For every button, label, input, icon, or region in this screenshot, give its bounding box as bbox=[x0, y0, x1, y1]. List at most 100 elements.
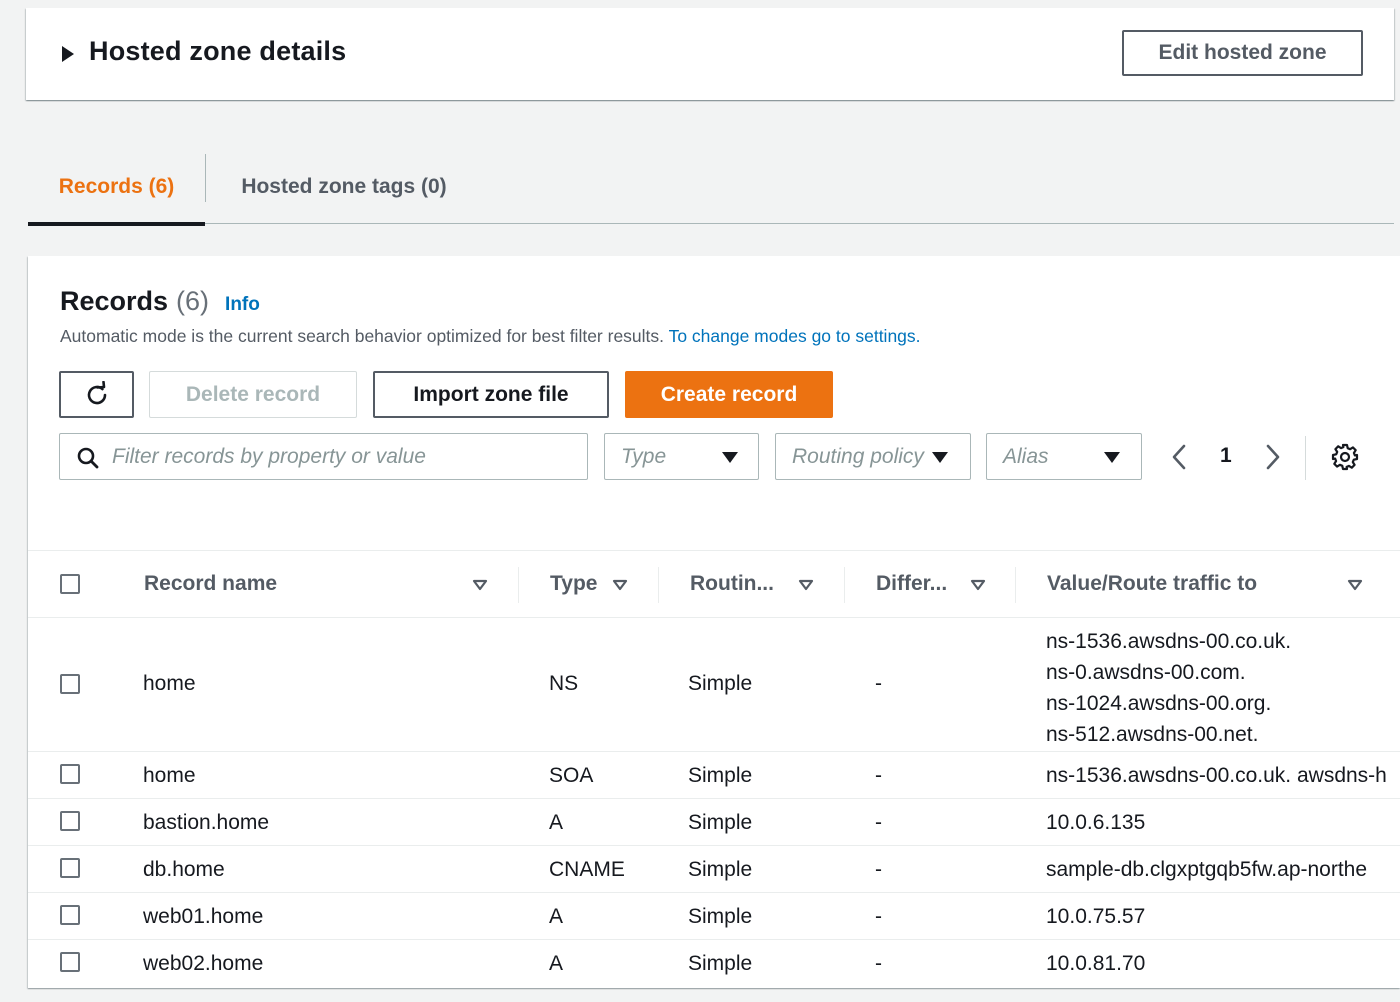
delete-record-button[interactable]: Delete record bbox=[149, 371, 357, 418]
record-type-cell: A bbox=[549, 905, 564, 928]
import-zone-file-button[interactable]: Import zone file bbox=[373, 371, 609, 418]
column-header-value[interactable]: Value/Route traffic to bbox=[1047, 551, 1377, 617]
sort-icon[interactable] bbox=[612, 579, 628, 591]
search-icon bbox=[77, 447, 99, 469]
routing-policy-select[interactable]: Routing policy bbox=[775, 433, 971, 480]
tab-hosted-zone-tags[interactable]: Hosted zone tags (0) bbox=[206, 150, 482, 224]
differentiator-cell: - bbox=[875, 672, 882, 695]
caret-down-icon bbox=[932, 452, 948, 463]
select-all-checkbox[interactable] bbox=[60, 574, 80, 594]
column-header-routing[interactable]: Routin... bbox=[690, 551, 840, 617]
chevron-left-icon[interactable] bbox=[1168, 441, 1192, 473]
record-type-cell: CNAME bbox=[549, 858, 625, 881]
record-type-cell: A bbox=[549, 811, 564, 834]
row-checkbox[interactable] bbox=[60, 905, 80, 925]
record-value-cell: ns-1536.awsdns-00.co.uk. awsdns-h bbox=[1046, 764, 1387, 787]
column-label: Differ... bbox=[876, 572, 948, 595]
caret-down-icon bbox=[1104, 452, 1120, 463]
record-value-cell: 10.0.81.70 bbox=[1046, 952, 1146, 975]
column-header-record-name[interactable]: Record name bbox=[144, 551, 514, 617]
record-value-line: ns-1024.awsdns-00.org. bbox=[1046, 692, 1272, 715]
column-separator bbox=[1015, 567, 1016, 603]
record-type-cell: NS bbox=[549, 672, 579, 695]
record-name-cell[interactable]: bastion.home bbox=[143, 811, 269, 835]
records-title: Records bbox=[60, 286, 169, 316]
tabs: Records (6) Hosted zone tags (0) bbox=[28, 150, 1394, 226]
routing-policy-cell: Simple bbox=[688, 764, 753, 787]
column-label: Routin... bbox=[690, 572, 774, 595]
description-text: Automatic mode is the current search beh… bbox=[60, 326, 665, 346]
table-row[interactable]: web02.home A Simple - 10.0.81.70 bbox=[28, 940, 1400, 986]
alias-select[interactable]: Alias bbox=[986, 433, 1142, 480]
routing-policy-cell: Simple bbox=[688, 811, 753, 834]
table-row[interactable]: bastion.home A Simple - 10.0.6.135 bbox=[28, 799, 1400, 846]
page-number[interactable]: 1 bbox=[1220, 444, 1232, 468]
record-value-line: ns-1536.awsdns-00.co.uk. bbox=[1046, 630, 1292, 653]
settings-link[interactable]: To change modes go to settings. bbox=[669, 326, 921, 346]
differentiator-cell: - bbox=[875, 764, 882, 787]
row-checkbox[interactable] bbox=[60, 764, 80, 784]
column-separator bbox=[658, 567, 659, 603]
column-separator bbox=[844, 567, 845, 603]
table-row[interactable]: home NS Simple - ns-1536.awsdns-00.co.uk… bbox=[28, 618, 1400, 752]
records-panel: Records (6) Info Automatic mode is the c… bbox=[28, 256, 1400, 988]
record-name-cell[interactable]: db.home bbox=[143, 858, 225, 882]
alias-select-placeholder: Alias bbox=[1003, 445, 1049, 468]
records-count: (6) bbox=[176, 286, 210, 316]
sort-icon[interactable] bbox=[798, 579, 814, 591]
type-select[interactable]: Type bbox=[604, 433, 759, 480]
differentiator-cell: - bbox=[875, 858, 882, 881]
column-header-type[interactable]: Type bbox=[550, 551, 654, 617]
records-description: Automatic mode is the current search beh… bbox=[60, 326, 921, 347]
table-row[interactable]: db.home CNAME Simple - sample-db.clgxptg… bbox=[28, 846, 1400, 893]
records-header: Records (6) Info bbox=[60, 286, 260, 317]
table-header: Record name Type Routin... Differ... Val… bbox=[28, 550, 1400, 618]
record-value-line: ns-0.awsdns-00.com. bbox=[1046, 661, 1246, 684]
filter-records-input[interactable] bbox=[112, 440, 572, 474]
routing-policy-cell: Simple bbox=[688, 672, 753, 695]
row-checkbox[interactable] bbox=[60, 858, 80, 878]
create-record-button[interactable]: Create record bbox=[625, 371, 833, 418]
record-name-cell[interactable]: home bbox=[143, 672, 196, 696]
table-row[interactable]: web01.home A Simple - 10.0.75.57 bbox=[28, 893, 1400, 940]
info-link[interactable]: Info bbox=[225, 294, 260, 316]
chevron-right-icon[interactable] bbox=[1260, 441, 1284, 473]
type-select-placeholder: Type bbox=[621, 445, 667, 468]
record-name-cell[interactable]: web02.home bbox=[143, 952, 263, 976]
column-separator bbox=[518, 567, 519, 603]
record-value-cell: 10.0.6.135 bbox=[1046, 811, 1146, 834]
record-value-line: ns-512.awsdns-00.net. bbox=[1046, 723, 1259, 746]
record-value-cell: 10.0.75.57 bbox=[1046, 905, 1146, 928]
record-type-cell: A bbox=[549, 952, 564, 975]
record-value-cell: ns-1536.awsdns-00.co.uk. ns-0.awsdns-00.… bbox=[1046, 626, 1291, 750]
row-checkbox[interactable] bbox=[60, 674, 80, 694]
filter-records-field[interactable] bbox=[59, 433, 588, 480]
caret-down-icon bbox=[722, 452, 738, 463]
tab-records[interactable]: Records (6) bbox=[28, 150, 205, 226]
refresh-button[interactable] bbox=[59, 371, 134, 418]
hosted-zone-details-panel: Hosted zone details Edit hosted zone bbox=[26, 8, 1394, 100]
row-checkbox[interactable] bbox=[60, 811, 80, 831]
differentiator-cell: - bbox=[875, 952, 882, 975]
sort-icon[interactable] bbox=[970, 579, 986, 591]
gear-icon[interactable] bbox=[1330, 442, 1360, 472]
differentiator-cell: - bbox=[875, 811, 882, 834]
caret-right-icon[interactable] bbox=[62, 46, 74, 62]
column-header-differentiator[interactable]: Differ... bbox=[876, 551, 1012, 617]
pager-divider bbox=[1305, 436, 1306, 480]
column-label: Record name bbox=[144, 572, 278, 595]
edit-hosted-zone-button[interactable]: Edit hosted zone bbox=[1122, 30, 1363, 76]
routing-policy-cell: Simple bbox=[688, 952, 753, 975]
record-value-cell: sample-db.clgxptgqb5fw.ap-northe bbox=[1046, 858, 1368, 881]
routing-policy-placeholder: Routing policy bbox=[792, 445, 924, 468]
sort-icon[interactable] bbox=[472, 579, 488, 591]
hosted-zone-details-title[interactable]: Hosted zone details bbox=[89, 36, 346, 67]
table-row[interactable]: home SOA Simple - ns-1536.awsdns-00.co.u… bbox=[28, 752, 1400, 799]
record-name-cell[interactable]: web01.home bbox=[143, 905, 263, 929]
refresh-icon bbox=[87, 380, 106, 404]
differentiator-cell: - bbox=[875, 905, 882, 928]
sort-icon[interactable] bbox=[1347, 579, 1363, 591]
routing-policy-cell: Simple bbox=[688, 858, 753, 881]
record-name-cell[interactable]: home bbox=[143, 764, 196, 788]
row-checkbox[interactable] bbox=[60, 952, 80, 972]
